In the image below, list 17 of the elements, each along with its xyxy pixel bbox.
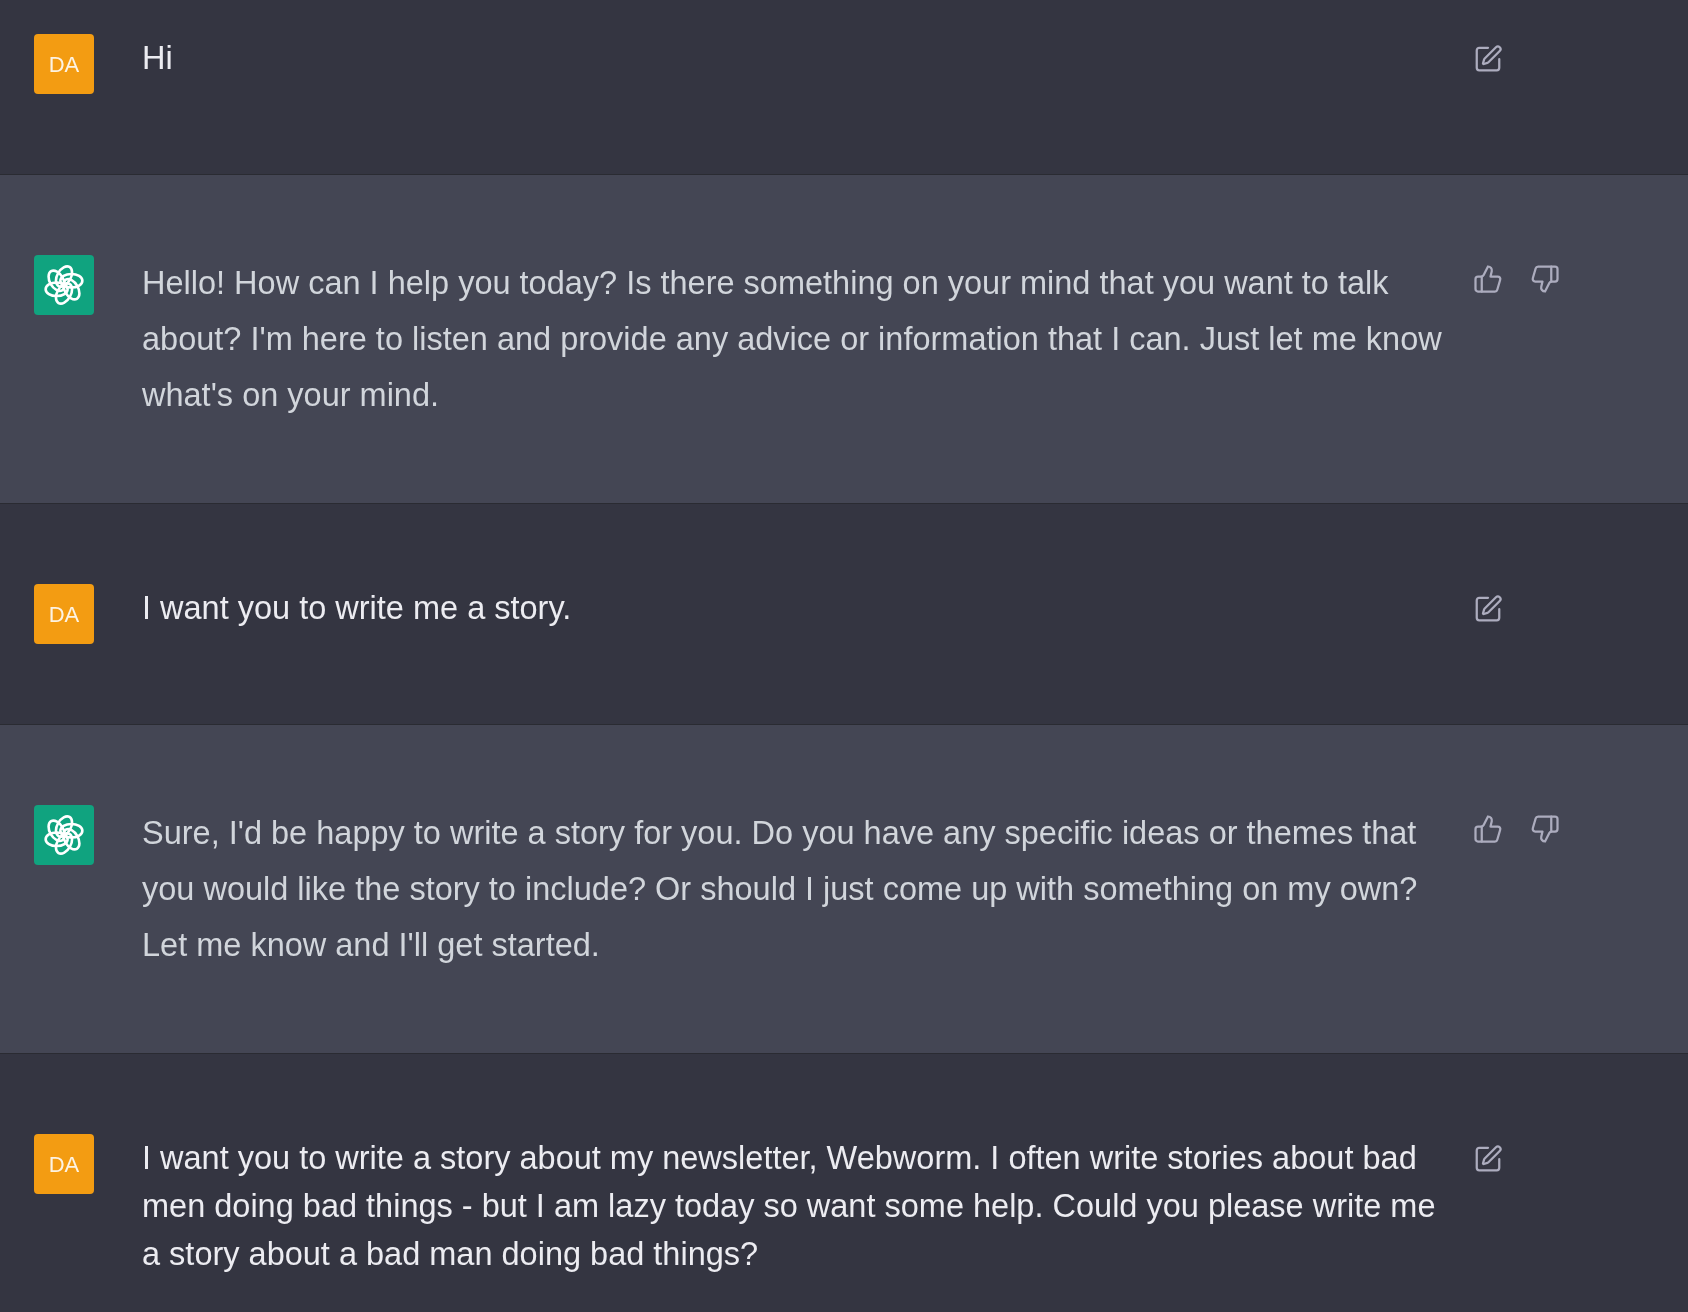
knot-logo-icon bbox=[34, 805, 94, 865]
edit-icon[interactable] bbox=[1473, 1144, 1503, 1174]
message-text: Hi bbox=[142, 39, 174, 78]
user-avatar: DA bbox=[34, 34, 94, 94]
edit-icon[interactable] bbox=[1473, 594, 1503, 624]
thumbs-down-icon[interactable] bbox=[1530, 814, 1560, 844]
user-avatar: DA bbox=[34, 584, 94, 644]
thumbs-down-icon[interactable] bbox=[1530, 264, 1560, 294]
edit-icon[interactable] bbox=[1473, 44, 1503, 74]
thumbs-up-icon[interactable] bbox=[1473, 264, 1503, 294]
message-text: Hello! How can I help you today? Is there something on your mind that you want to talk about? I'm here to listen and provide any advice or information that I can. Just let me know what's on your mind. bbox=[142, 264, 1443, 415]
message-text: I want you to write a story about my newsletter, Webworm. I often write stories about bad men doing bad things - but I am lazy today so want some help. Could you please write me a story about a bad man doing bad things? bbox=[142, 1139, 1437, 1274]
user-avatar: DA bbox=[34, 1134, 94, 1194]
thumbs-up-icon[interactable] bbox=[1473, 814, 1503, 844]
message-text: I want you to write me a story. bbox=[142, 589, 573, 628]
knot-logo-icon bbox=[34, 255, 94, 315]
message-text: Sure, I'd be happy to write a story for you. Do you have any specific ideas or themes that you would like the story to include? Or should I just come up with something on my own? Let me know and I'll get started. bbox=[142, 814, 1419, 965]
